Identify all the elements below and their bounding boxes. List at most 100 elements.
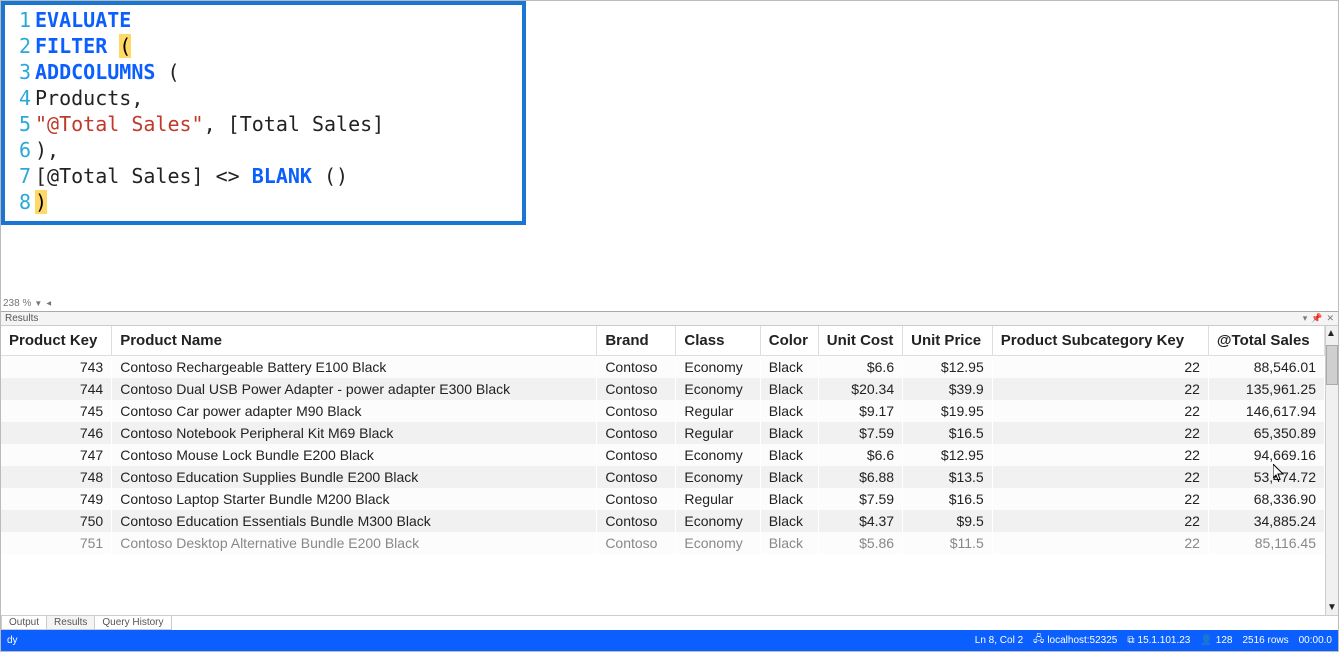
cell[interactable]: $12.95 xyxy=(903,356,993,379)
cell[interactable]: 53,474.72 xyxy=(1208,466,1324,488)
cell[interactable]: Economy xyxy=(676,532,760,554)
cell[interactable]: Black xyxy=(760,356,818,379)
bottom-tab-strip[interactable]: OutputResultsQuery History xyxy=(1,615,1338,630)
cell[interactable]: $16.5 xyxy=(903,488,993,510)
editor-pane[interactable]: 1EVALUATE2FILTER (3 ADDCOLUMNS (4 Produc… xyxy=(1,1,1338,311)
cell[interactable]: 746 xyxy=(1,422,112,444)
cell[interactable]: Black xyxy=(760,466,818,488)
close-icon[interactable]: ✕ xyxy=(1326,313,1334,324)
cell[interactable]: $5.86 xyxy=(818,532,902,554)
cell[interactable]: $16.5 xyxy=(903,422,993,444)
cell[interactable]: 68,336.90 xyxy=(1208,488,1324,510)
cell[interactable]: Contoso xyxy=(597,400,676,422)
column-header[interactable]: Product Name xyxy=(112,326,597,356)
cell[interactable]: Contoso Desktop Alternative Bundle E200 … xyxy=(112,532,597,554)
zoom-level[interactable]: 238 % ▼ ▼ xyxy=(3,298,53,309)
code-line[interactable]: 4 Products, xyxy=(5,85,522,111)
cell[interactable]: Regular xyxy=(676,488,760,510)
table-row[interactable]: 748Contoso Education Supplies Bundle E20… xyxy=(1,466,1325,488)
cell[interactable]: Contoso Notebook Peripheral Kit M69 Blac… xyxy=(112,422,597,444)
cell[interactable]: Black xyxy=(760,488,818,510)
column-header[interactable]: Class xyxy=(676,326,760,356)
column-header[interactable]: Unit Price xyxy=(903,326,993,356)
cell[interactable]: 146,617.94 xyxy=(1208,400,1324,422)
cell[interactable]: 22 xyxy=(992,444,1208,466)
cell[interactable]: $4.37 xyxy=(818,510,902,532)
cell[interactable]: 22 xyxy=(992,466,1208,488)
cell[interactable]: Contoso Education Supplies Bundle E200 B… xyxy=(112,466,597,488)
table-row[interactable]: 747Contoso Mouse Lock Bundle E200 BlackC… xyxy=(1,444,1325,466)
cell[interactable]: 135,961.25 xyxy=(1208,378,1324,400)
scroll-down-arrow[interactable]: ▼ xyxy=(1327,600,1337,615)
column-header[interactable]: Color xyxy=(760,326,818,356)
code-line[interactable]: 8) xyxy=(5,189,522,215)
table-row[interactable]: 750Contoso Education Essentials Bundle M… xyxy=(1,510,1325,532)
column-header[interactable]: Unit Cost xyxy=(818,326,902,356)
cell[interactable]: 22 xyxy=(992,422,1208,444)
results-grid[interactable]: Product KeyProduct NameBrandClassColorUn… xyxy=(1,326,1325,615)
cell[interactable]: 88,546.01 xyxy=(1208,356,1324,379)
cell[interactable]: 751 xyxy=(1,532,112,554)
table-row[interactable]: 746Contoso Notebook Peripheral Kit M69 B… xyxy=(1,422,1325,444)
cell[interactable]: Regular xyxy=(676,422,760,444)
column-header[interactable]: Product Key xyxy=(1,326,112,356)
cell[interactable]: $20.34 xyxy=(818,378,902,400)
cell[interactable]: 748 xyxy=(1,466,112,488)
cell[interactable]: $9.5 xyxy=(903,510,993,532)
cell[interactable]: Contoso xyxy=(597,378,676,400)
cell[interactable]: Contoso xyxy=(597,510,676,532)
cell[interactable]: $13.5 xyxy=(903,466,993,488)
chevron-left-icon[interactable]: ▼ xyxy=(45,300,54,308)
cell[interactable]: Contoso xyxy=(597,444,676,466)
cell[interactable]: Black xyxy=(760,532,818,554)
column-header[interactable]: Product Subcategory Key xyxy=(992,326,1208,356)
scroll-thumb[interactable] xyxy=(1326,345,1338,385)
cell[interactable]: 34,885.24 xyxy=(1208,510,1324,532)
cell[interactable]: Contoso Education Essentials Bundle M300… xyxy=(112,510,597,532)
table-row[interactable]: 743Contoso Rechargeable Battery E100 Bla… xyxy=(1,356,1325,379)
pin-icon[interactable]: 📌 xyxy=(1311,313,1322,324)
cell[interactable]: Economy xyxy=(676,510,760,532)
cell[interactable]: 85,116.45 xyxy=(1208,532,1324,554)
cell[interactable]: Contoso xyxy=(597,356,676,379)
cell[interactable]: 22 xyxy=(992,532,1208,554)
cell[interactable]: Contoso Dual USB Power Adapter - power a… xyxy=(112,378,597,400)
cell[interactable]: Black xyxy=(760,444,818,466)
cell[interactable]: Black xyxy=(760,378,818,400)
cell[interactable]: Regular xyxy=(676,400,760,422)
cell[interactable]: 747 xyxy=(1,444,112,466)
cell[interactable]: 745 xyxy=(1,400,112,422)
bottom-tab[interactable]: Query History xyxy=(94,616,171,630)
cell[interactable]: Contoso Laptop Starter Bundle M200 Black xyxy=(112,488,597,510)
code-line[interactable]: 3 ADDCOLUMNS ( xyxy=(5,59,522,85)
cell[interactable]: 22 xyxy=(992,356,1208,379)
cell[interactable]: 22 xyxy=(992,400,1208,422)
cell[interactable]: Contoso xyxy=(597,532,676,554)
cell[interactable]: $6.6 xyxy=(818,356,902,379)
cell[interactable]: 22 xyxy=(992,378,1208,400)
cell[interactable]: $6.88 xyxy=(818,466,902,488)
results-table[interactable]: Product KeyProduct NameBrandClassColorUn… xyxy=(1,326,1325,554)
cell[interactable]: 22 xyxy=(992,510,1208,532)
table-row[interactable]: 745Contoso Car power adapter M90 BlackCo… xyxy=(1,400,1325,422)
code-line[interactable]: 7 [@Total Sales] <> BLANK () xyxy=(5,163,522,189)
cell[interactable]: 749 xyxy=(1,488,112,510)
cell[interactable]: $39.9 xyxy=(903,378,993,400)
cell[interactable]: $7.59 xyxy=(818,422,902,444)
cell[interactable]: 750 xyxy=(1,510,112,532)
dropdown-icon[interactable]: ▾ xyxy=(1303,313,1308,324)
cell[interactable]: Contoso xyxy=(597,488,676,510)
cell[interactable]: Contoso Rechargeable Battery E100 Black xyxy=(112,356,597,379)
cell[interactable]: 65,350.89 xyxy=(1208,422,1324,444)
vertical-scrollbar[interactable]: ▲ ▼ xyxy=(1325,326,1338,615)
cell[interactable]: $6.6 xyxy=(818,444,902,466)
code-line[interactable]: 2FILTER ( xyxy=(5,33,522,59)
cell[interactable]: $11.5 xyxy=(903,532,993,554)
cell[interactable]: Black xyxy=(760,510,818,532)
cell[interactable]: 743 xyxy=(1,356,112,379)
cell[interactable]: 744 xyxy=(1,378,112,400)
code-line[interactable]: 6 ), xyxy=(5,137,522,163)
column-header[interactable]: @Total Sales xyxy=(1208,326,1324,356)
cell[interactable]: Contoso xyxy=(597,466,676,488)
chevron-down-icon[interactable]: ▼ xyxy=(34,299,42,308)
